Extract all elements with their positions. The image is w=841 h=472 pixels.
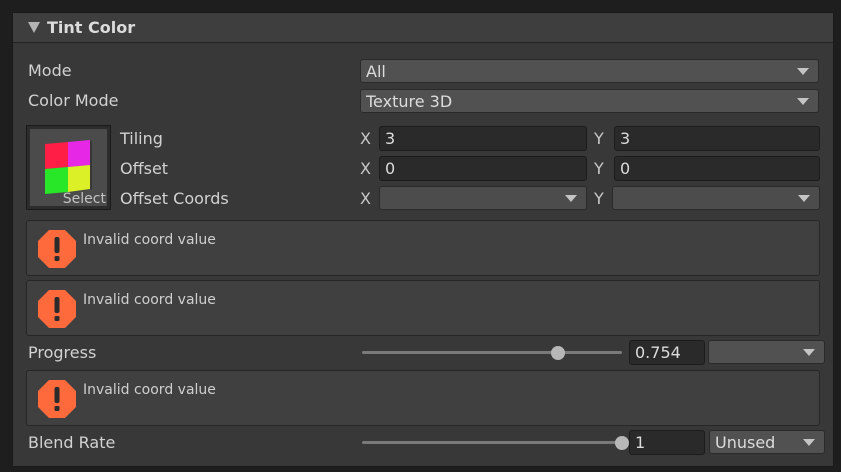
offset-coords-y-label: Y: [594, 189, 604, 208]
blend-rate-mode-value: Unused: [715, 433, 776, 452]
offset-label: Offset: [120, 159, 169, 178]
mode-value: All: [366, 62, 386, 81]
progress-label: Progress: [28, 343, 97, 362]
texture-thumbnail[interactable]: Select: [26, 125, 111, 210]
tiling-y-label: Y: [594, 129, 604, 148]
offset-y-field[interactable]: 0: [614, 156, 820, 181]
blend-rate-value-field[interactable]: 1: [629, 430, 705, 455]
chevron-down-icon: [797, 68, 809, 75]
chevron-down-icon: [803, 349, 815, 356]
color-mode-dropdown[interactable]: Texture 3D: [360, 89, 819, 113]
warning-helpbox: Invalid coord value: [26, 280, 820, 336]
color-mode-value: Texture 3D: [366, 92, 453, 111]
tiling-x-value: 3: [385, 129, 396, 148]
tiling-y-field[interactable]: 3: [614, 126, 820, 151]
offset-x-label: X: [360, 159, 371, 178]
progress-slider-handle[interactable]: [551, 346, 566, 360]
select-texture-button[interactable]: Select: [63, 191, 106, 207]
section-header[interactable]: Tint Color: [13, 13, 833, 43]
mode-dropdown[interactable]: All: [360, 59, 819, 83]
progress-value-field[interactable]: 0.754: [629, 340, 705, 365]
chevron-down-icon: [565, 195, 577, 202]
offset-coords-label: Offset Coords: [120, 189, 229, 208]
warning-text: Invalid coord value: [83, 382, 216, 398]
warning-text: Invalid coord value: [83, 232, 216, 248]
chevron-down-icon: [798, 195, 810, 202]
chevron-down-icon: [803, 439, 815, 446]
offset-x-field[interactable]: 0: [379, 156, 587, 181]
progress-slider-track[interactable]: [362, 351, 622, 354]
offset-coords-x-label: X: [360, 189, 371, 208]
warning-helpbox: Invalid coord value: [26, 370, 820, 426]
blend-rate-slider-handle[interactable]: [615, 436, 629, 450]
blend-rate-slider-track[interactable]: [362, 441, 622, 444]
chevron-down-icon: [797, 98, 809, 105]
offset-y-value: 0: [620, 159, 631, 178]
offset-y-label: Y: [594, 159, 604, 178]
tiling-y-value: 3: [620, 129, 631, 148]
section-title: Tint Color: [47, 18, 136, 37]
offset-coords-x-dropdown[interactable]: [379, 186, 587, 210]
progress-value: 0.754: [635, 343, 681, 362]
warning-icon: [38, 380, 76, 418]
blend-rate-mode-dropdown[interactable]: Unused: [709, 430, 825, 454]
tiling-label: Tiling: [120, 129, 163, 148]
offset-x-value: 0: [385, 159, 396, 178]
warning-text: Invalid coord value: [83, 292, 216, 308]
offset-coords-y-dropdown[interactable]: [612, 186, 820, 210]
warning-icon: [38, 290, 76, 328]
tiling-x-field[interactable]: 3: [379, 126, 587, 151]
mode-label: Mode: [28, 61, 72, 80]
blend-rate-label: Blend Rate: [28, 433, 116, 452]
color-mode-label: Color Mode: [28, 91, 119, 110]
warning-icon: [38, 230, 76, 268]
tiling-x-label: X: [360, 129, 371, 148]
blend-rate-value: 1: [635, 433, 646, 452]
collapse-arrow-icon[interactable]: [28, 22, 40, 33]
progress-mode-dropdown[interactable]: [708, 340, 825, 364]
warning-helpbox: Invalid coord value: [26, 220, 820, 276]
